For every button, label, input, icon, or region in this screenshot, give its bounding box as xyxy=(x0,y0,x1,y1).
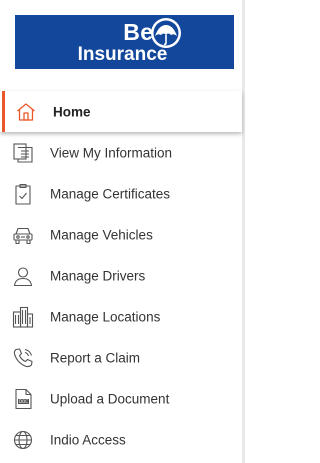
sidebar-item-home[interactable]: Home xyxy=(0,91,242,132)
scrollbar-track[interactable] xyxy=(242,0,245,463)
sidebar-item-upload-a-document[interactable]: DOC Upload a Document xyxy=(0,378,242,419)
svg-text:DOC: DOC xyxy=(19,399,28,404)
sidebar-item-label: View My Information xyxy=(50,145,173,160)
sidebar-item-view-my-information[interactable]: View My Information xyxy=(0,132,242,173)
buildings-icon xyxy=(11,305,35,329)
sidebar-item-label: Indio Access xyxy=(50,432,126,447)
clipboard-check-icon xyxy=(11,182,35,206)
car-icon xyxy=(11,223,35,247)
phone-icon xyxy=(11,346,35,370)
sidebar-item-label: Manage Vehicles xyxy=(50,227,153,242)
sidebar-item-manage-locations[interactable]: Manage Locations xyxy=(0,296,242,337)
sidebar-item-indio-access[interactable]: Indio Access xyxy=(0,419,242,460)
doc-file-icon: DOC xyxy=(11,387,35,411)
sidebar-item-manage-vehicles[interactable]: Manage Vehicles xyxy=(0,214,242,255)
sidebar-item-label: Upload a Document xyxy=(50,391,170,406)
brand-logo[interactable]: Bell Insurance xyxy=(15,15,234,69)
sidebar-item-report-a-claim[interactable]: Report a Claim xyxy=(0,337,242,378)
sidebar-item-label: Home xyxy=(53,104,91,119)
sidebar-item-label: Manage Certificates xyxy=(50,186,171,201)
umbrella-logo-icon xyxy=(151,18,181,48)
sidebar-item-label: Report a Claim xyxy=(50,350,141,365)
sidebar-item-label: Manage Drivers xyxy=(50,268,146,283)
sidebar-item-label: Manage Locations xyxy=(50,309,161,324)
sidebar-nav: Home View My Information Manage Certific… xyxy=(0,91,242,460)
document-icon xyxy=(11,141,35,165)
home-icon xyxy=(14,100,38,124)
sidebar-item-manage-drivers[interactable]: Manage Drivers xyxy=(0,255,242,296)
person-icon xyxy=(11,264,35,288)
globe-icon xyxy=(11,428,35,452)
sidebar-item-manage-certificates[interactable]: Manage Certificates xyxy=(0,173,242,214)
